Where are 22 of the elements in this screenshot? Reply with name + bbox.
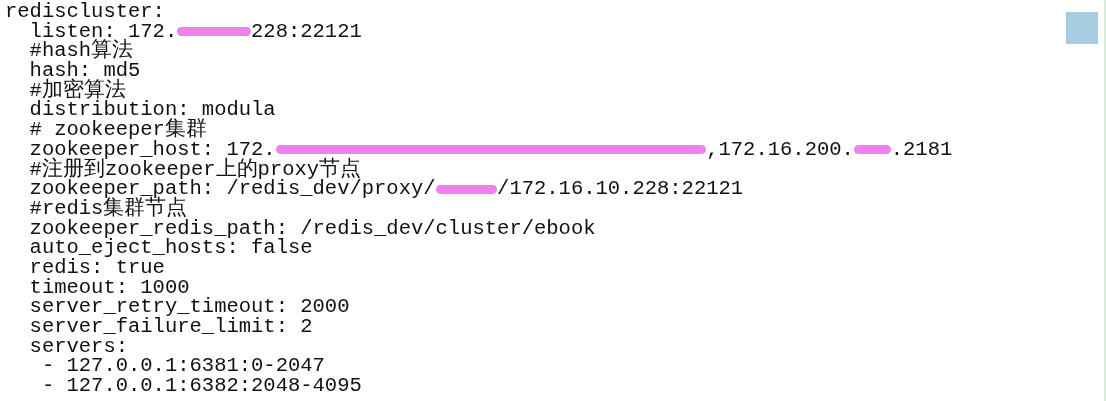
code-line: timeout: 1000 [28,277,190,298]
code-line: # zookeeper集群 [28,120,207,140]
code-line: zookeeper_redis_path: /redis_dev/cluster/ebook [28,218,596,239]
redaction-scribble [435,184,498,194]
code-line: rediscluster: [5,2,165,22]
code-line: - 127.0.0.1:6382:2048-4095 [40,376,362,396]
code-line: #加密算法 [28,80,126,101]
code-line: ,172.16.200. [706,139,854,160]
code-line: #注册到zookeeper上的proxy节点 [28,159,362,180]
code-line: zookeeper_path: /redis_dev/proxy/ [28,179,436,199]
code-line: #redis集群节点 [28,198,188,219]
code-line: auto_eject_hosts: false [28,238,313,258]
code-line: - 127.0.0.1:6381:0-2047 [40,356,325,377]
code-line: server_failure_limit: 2 [28,317,313,337]
code-line: /172.16.10.228:22121 [497,179,744,199]
code-line: servers: [28,336,129,357]
code-line: 228:22121 [251,21,362,42]
redaction-scribble [853,145,891,155]
code-line: server_retry_timeout: 2000 [28,297,350,317]
code-line: redis: true [28,257,165,278]
photo-placeholder [1066,12,1098,44]
code-line: .2181 [890,139,953,160]
